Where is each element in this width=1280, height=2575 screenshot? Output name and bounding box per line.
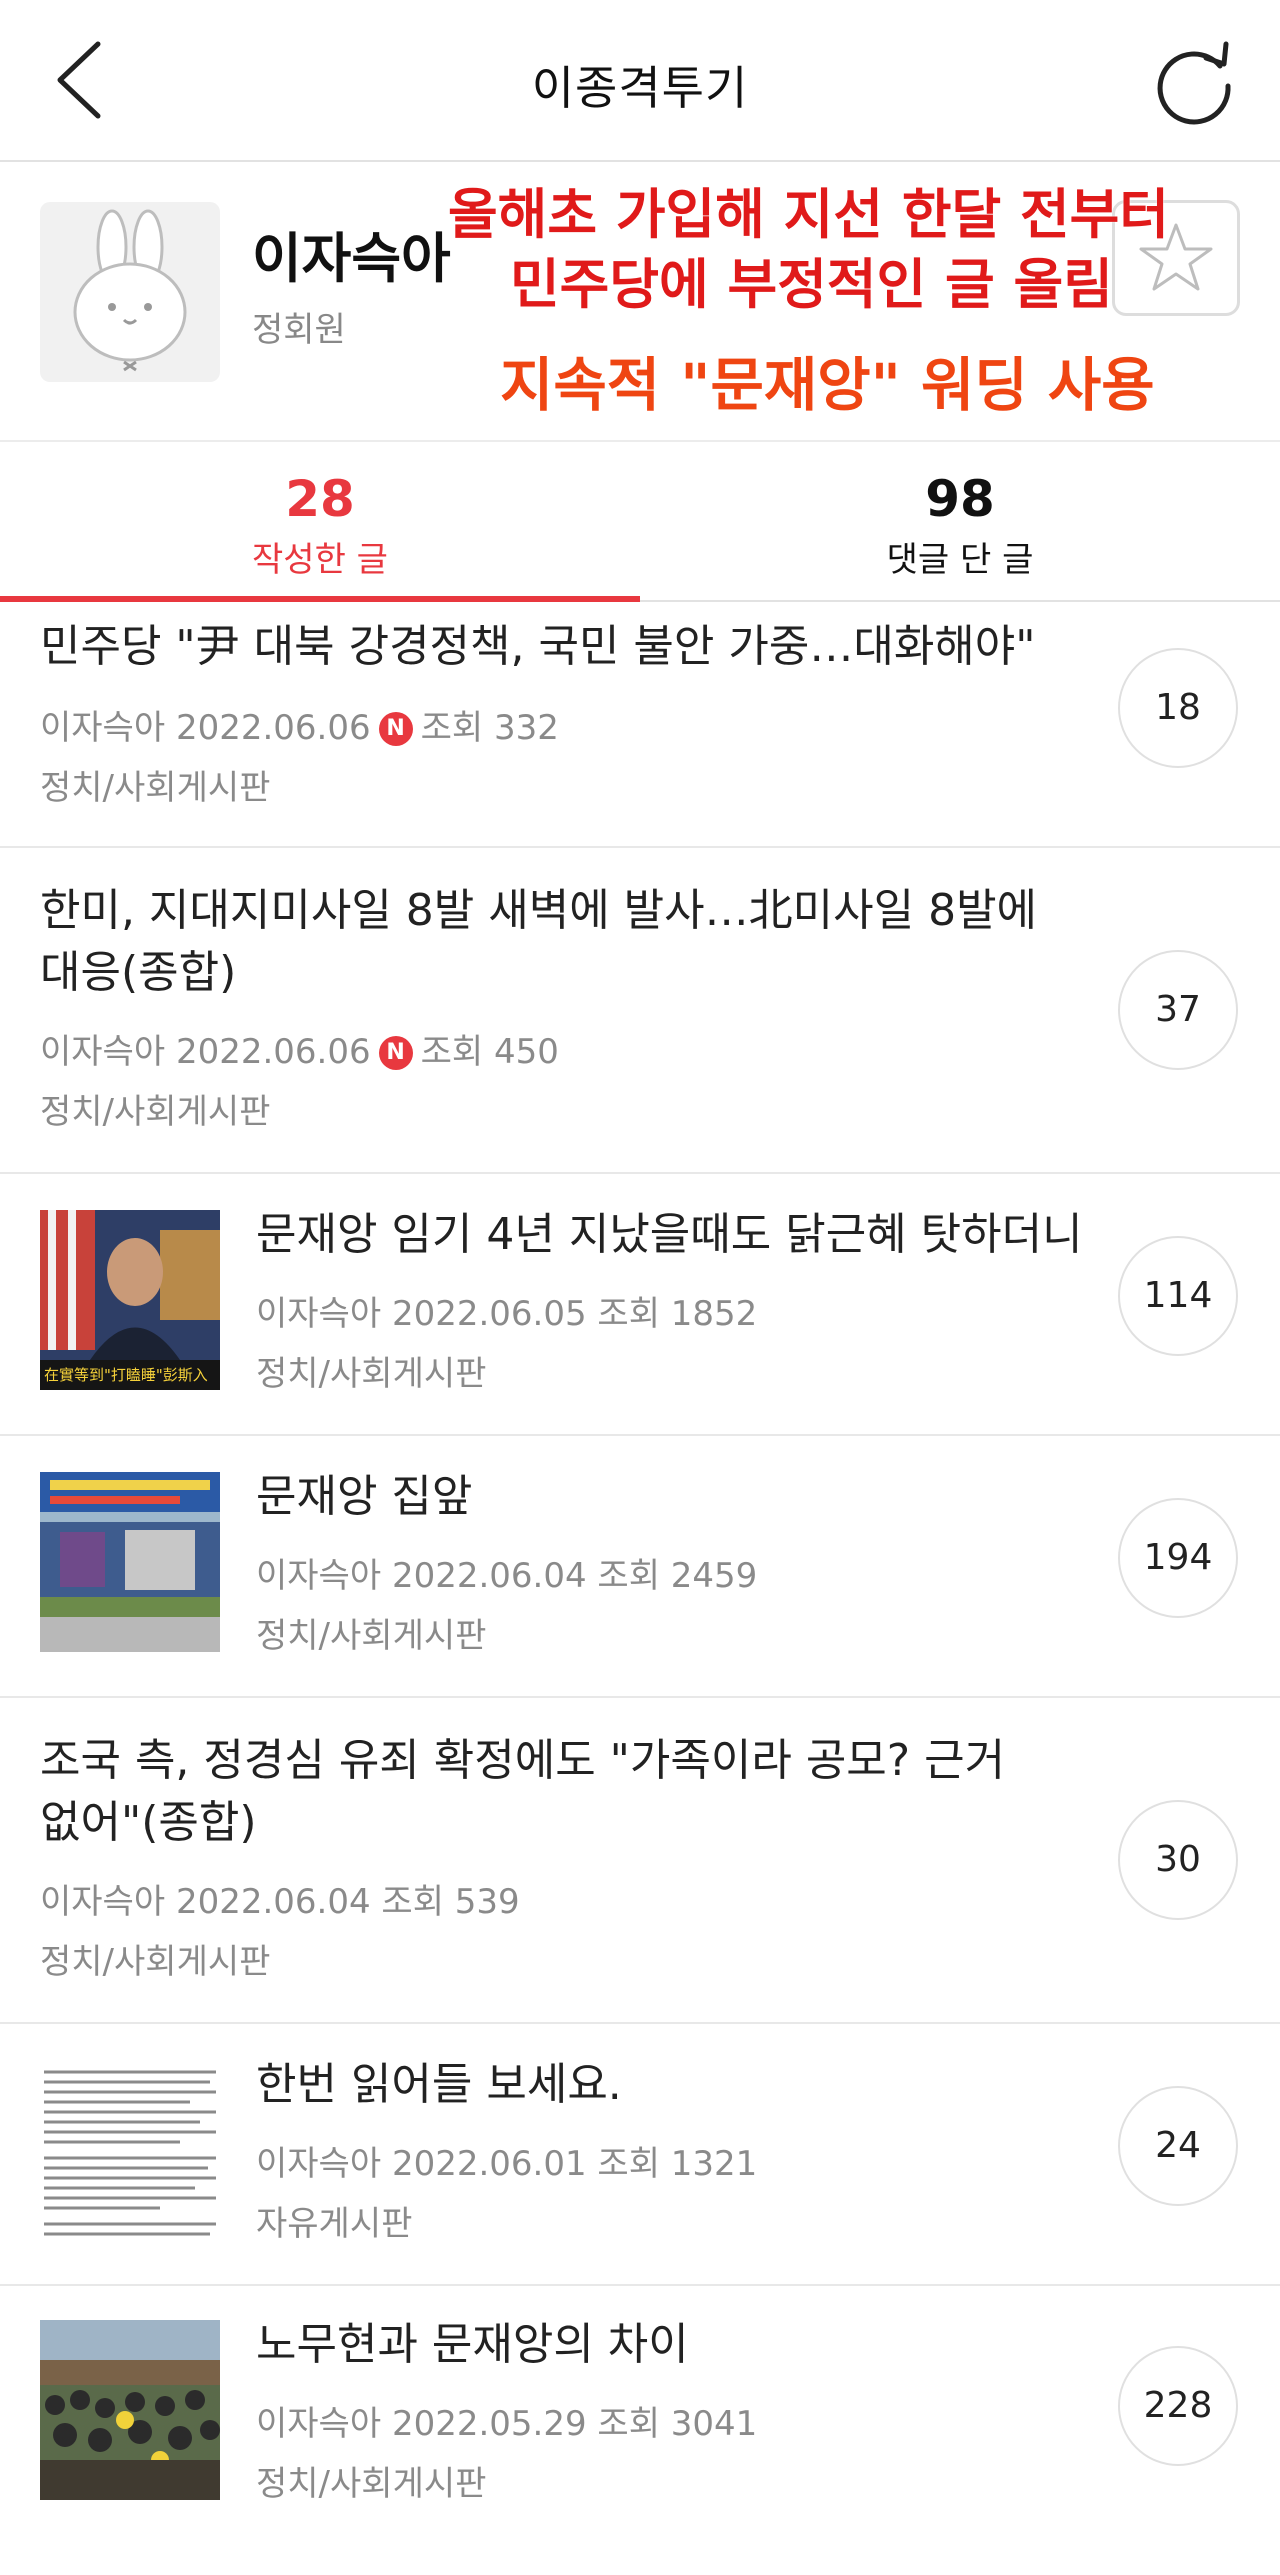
post-title-line: 조국 측, 정경심 유죄 확정에도 "가족이라 공모? 근거 xyxy=(40,1735,1006,1786)
post-views: 조회 539 xyxy=(381,1882,520,1922)
post-author: 이자슥아 xyxy=(256,2404,382,2444)
post-author: 이자슥아 xyxy=(40,1032,166,1072)
post-date: 2022.06.01 xyxy=(391,2144,587,2184)
post-title: 한번 읽어들 보세요. xyxy=(256,2059,622,2110)
post-title-line: 대응(종합) xyxy=(40,947,237,998)
comment-count[interactable]: 30 xyxy=(1118,1800,1238,1920)
post-item[interactable]: 문재앙 집앞 이자슥아 2022.06.04 조회 2459 정치/사회게시판 … xyxy=(0,1436,1280,1698)
thumbnail-caption: 在實等到"打瞌睡"彭斯入 xyxy=(44,1366,208,1384)
comment-count[interactable]: 114 xyxy=(1118,1236,1238,1356)
post-item[interactable]: 한번 읽어들 보세요. 이자슥아 2022.06.01 조회 1321 자유게시… xyxy=(0,2024,1280,2286)
post-author: 이자슥아 xyxy=(40,708,166,748)
comment-count[interactable]: 24 xyxy=(1118,2086,1238,2206)
comment-count[interactable]: 194 xyxy=(1118,1498,1238,1618)
post-date: 2022.06.05 xyxy=(391,1294,587,1334)
post-author: 이자슥아 xyxy=(256,2144,382,2184)
post-title: 문재앙 집앞 xyxy=(256,1471,473,1522)
post-views: 조회 1321 xyxy=(597,2144,758,2184)
post-meta: 이자슥아 2022.06.04 조회 539 xyxy=(40,1874,520,1923)
comment-count[interactable]: 18 xyxy=(1118,648,1238,768)
new-badge: N xyxy=(378,712,413,746)
new-badge: N xyxy=(378,1036,413,1070)
post-title-line: 없어"(종합) xyxy=(40,1797,257,1848)
comment-count[interactable]: 37 xyxy=(1118,950,1238,1070)
post-date: 2022.05.29 xyxy=(391,2404,587,2444)
post-title: 조국 측, 정경심 유죄 확정에도 "가족이라 공모? 근거 없어"(종합) xyxy=(40,1730,1005,1854)
tab-bar: 28 작성한 글 98 댓글 단 글 xyxy=(0,440,1280,602)
post-author: 이자슥아 xyxy=(40,1882,166,1922)
post-thumbnail xyxy=(40,2060,220,2240)
post-item[interactable]: 在實等到"打瞌睡"彭斯入 문재앙 임기 4년 지났을때도 닭근혜 탓하더니 이자… xyxy=(0,1174,1280,1436)
post-meta: 이자슥아 2022.06.06 N 조회 450 xyxy=(40,1024,559,1073)
post-board: 정치/사회게시판 xyxy=(40,1092,271,1132)
post-views: 조회 332 xyxy=(420,708,559,748)
annotation-line-3: 지속적 "문재앙" 워딩 사용 xyxy=(500,351,1155,419)
post-date: 2022.06.04 xyxy=(175,1882,371,1922)
post-board: 정치/사회게시판 xyxy=(40,1942,271,1982)
avatar xyxy=(40,202,220,382)
post-meta: 이자슥아 2022.06.04 조회 2459 xyxy=(256,1548,757,1597)
post-board: 자유게시판 xyxy=(256,2204,413,2244)
post-item[interactable]: 조국 측, 정경심 유죄 확정에도 "가족이라 공모? 근거 없어"(종합) 이… xyxy=(0,1698,1280,2024)
post-title: 한미, 지대지미사일 8발 새벽에 발사…北미사일 8발에 대응(종합) xyxy=(40,880,1037,1004)
comment-count[interactable]: 228 xyxy=(1118,2346,1238,2466)
post-date: 2022.06.06 xyxy=(175,1032,371,1072)
post-thumbnail xyxy=(40,1472,220,1652)
post-thumbnail xyxy=(40,2320,220,2500)
post-date: 2022.06.06 xyxy=(175,708,371,748)
post-views: 조회 2459 xyxy=(597,1556,758,1596)
post-title: 노무현과 문재앙의 차이 xyxy=(256,2319,689,2370)
post-meta: 이자슥아 2022.06.05 조회 1852 xyxy=(256,1286,757,1335)
post-author: 이자슥아 xyxy=(256,1294,382,1334)
post-views: 조회 1852 xyxy=(597,1294,758,1334)
post-author: 이자슥아 xyxy=(256,1556,382,1596)
tab-count: 98 xyxy=(925,470,995,528)
page-title: 이종격투기 xyxy=(531,61,749,115)
post-item[interactable]: 민주당 "尹 대북 강경정책, 국민 불안 가중…대화해야" 이자슥아 2022… xyxy=(0,602,1280,848)
post-meta: 이자슥아 2022.05.29 조회 3041 xyxy=(256,2396,757,2445)
profile-nickname: 이자슥아 xyxy=(252,227,451,290)
refresh-icon[interactable] xyxy=(1150,36,1240,126)
tab-label: 댓글 단 글 xyxy=(886,540,1034,580)
post-views: 조회 3041 xyxy=(597,2404,758,2444)
tab-commented-posts[interactable]: 98 댓글 단 글 xyxy=(640,440,1280,600)
post-board: 정치/사회게시판 xyxy=(256,2464,487,2504)
post-item[interactable]: 한미, 지대지미사일 8발 새벽에 발사…北미사일 8발에 대응(종합) 이자슥… xyxy=(0,848,1280,1174)
annotation-line-2: 민주당에 부정적인 글 올림 xyxy=(510,253,1113,316)
post-board: 정치/사회게시판 xyxy=(256,1354,487,1394)
rabbit-avatar-icon xyxy=(73,209,187,372)
post-title-line: 한미, 지대지미사일 8발 새벽에 발사…北미사일 8발에 xyxy=(40,885,1038,936)
post-views: 조회 450 xyxy=(420,1032,559,1072)
annotation-line-1: 올해초 가입해 지선 한달 전부터 xyxy=(448,183,1170,246)
tab-label: 작성한 글 xyxy=(252,540,388,580)
post-meta: 이자슥아 2022.06.06 N 조회 332 xyxy=(40,700,559,749)
post-thumbnail: 在實等到"打瞌睡"彭斯入 xyxy=(40,1210,220,1390)
post-board: 정치/사회게시판 xyxy=(256,1616,487,1656)
post-title: 문재앙 임기 4년 지났을때도 닭근혜 탓하더니 xyxy=(256,1209,1083,1260)
post-item[interactable]: 노무현과 문재앙의 차이 이자슥아 2022.05.29 조회 3041 정치/… xyxy=(0,2286,1280,2575)
post-meta: 이자슥아 2022.06.01 조회 1321 xyxy=(256,2136,757,2185)
profile-section: 이자슥아 정회원 올해초 가입해 지선 한달 전부터 민주당에 부정적인 글 올… xyxy=(0,162,1280,442)
post-board: 정치/사회게시판 xyxy=(40,768,271,808)
top-app-bar: 이종격투기 xyxy=(0,0,1280,162)
post-date: 2022.06.04 xyxy=(391,1556,587,1596)
post-title: 민주당 "尹 대북 강경정책, 국민 불안 가중…대화해야" xyxy=(40,621,1036,672)
tab-count: 28 xyxy=(285,470,355,528)
tab-written-posts[interactable]: 28 작성한 글 xyxy=(0,440,640,602)
member-grade: 정회원 xyxy=(252,310,346,350)
